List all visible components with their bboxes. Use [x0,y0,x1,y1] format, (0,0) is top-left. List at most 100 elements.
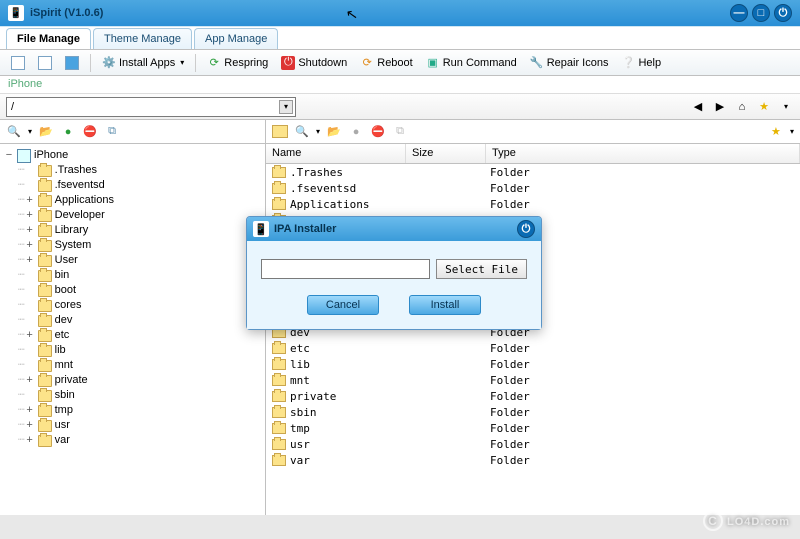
separator [90,54,91,72]
dropdown-icon[interactable]: ▾ [28,127,32,136]
tree-item[interactable]: ┈+Developer [4,208,261,223]
shutdown-label: Shutdown [298,57,347,69]
tree-item[interactable]: ┈ .Trashes [4,163,261,178]
run-command-button[interactable]: ▣Run Command [421,54,522,72]
reboot-button[interactable]: ⟳Reboot [355,54,417,72]
cancel-button[interactable]: Cancel [307,295,379,315]
copy-icon[interactable]: ⧉ [104,124,120,140]
file-row[interactable]: libFolder [266,356,800,372]
tree-item[interactable]: ┈ .fseventsd [4,178,261,193]
tree-item[interactable]: ┈+tmp [4,403,261,418]
folder-icon[interactable] [272,125,288,138]
tree-item[interactable]: ┈ bin [4,268,261,283]
home-button[interactable]: ⌂ [734,99,750,115]
tab-app-manage[interactable]: App Manage [194,28,278,49]
chevron-down-icon[interactable]: ▾ [279,100,293,114]
stop-icon[interactable]: ⛔ [370,124,386,140]
tree-root[interactable]: −iPhone [4,148,261,163]
dropdown-button[interactable]: ▾ [778,99,794,115]
tree-item[interactable]: ┈ sbin [4,388,261,403]
open-folder-icon[interactable]: 📂 [38,124,54,140]
help-button[interactable]: ❔Help [616,54,666,72]
maximize-button[interactable]: □ [752,4,770,22]
file-row[interactable]: ApplicationsFolder [266,196,800,212]
col-name[interactable]: Name [266,144,406,163]
copy-icon[interactable]: ⧉ [392,124,408,140]
device-label: iPhone [0,76,800,94]
install-button[interactable]: Install [409,295,481,315]
file-row[interactable]: sbinFolder [266,404,800,420]
path-value: / [11,101,14,113]
file-row[interactable]: tmpFolder [266,420,800,436]
refresh-icon[interactable]: ● [60,124,76,140]
tab-theme-manage[interactable]: Theme Manage [93,28,192,49]
file-row[interactable]: .TrashesFolder [266,164,800,180]
shutdown-icon: ⏻ [281,56,295,70]
path-combobox[interactable]: / ▾ [6,97,296,117]
tree-item[interactable]: ┈+User [4,253,261,268]
file-row[interactable]: .fseventsdFolder [266,180,800,196]
watermark: CLO4D.com [703,505,790,531]
file-row[interactable]: varFolder [266,452,800,468]
view-list-button[interactable] [6,54,30,72]
run-command-label: Run Command [443,57,517,69]
repair-icons-button[interactable]: 🔧Repair Icons [525,54,614,72]
tree-item[interactable]: ┈+etc [4,328,261,343]
file-row[interactable]: etcFolder [266,340,800,356]
refresh-icon: ⟳ [207,56,221,70]
minimize-button[interactable]: — [730,4,748,22]
install-apps-label: Install Apps [119,57,175,69]
dialog-title: IPA Installer [274,223,336,235]
device-label-text: iPhone [8,78,42,90]
search-icon[interactable]: 🔍 [6,124,22,140]
dropdown-icon[interactable]: ▾ [790,127,794,136]
ipa-path-input[interactable] [261,259,430,279]
search-icon[interactable]: 🔍 [294,124,310,140]
main-toolbar: ⚙️Install Apps▾ ⟳Respring ⏻Shutdown ⟳Reb… [0,50,800,76]
help-label: Help [638,57,661,69]
tree-item[interactable]: ┈+private [4,373,261,388]
install-apps-button[interactable]: ⚙️Install Apps▾ [97,54,189,72]
back-button[interactable]: ◀ [690,99,706,115]
tree-item[interactable]: ┈ boot [4,283,261,298]
col-size[interactable]: Size [406,144,486,163]
tab-file-manage[interactable]: File Manage [6,28,91,49]
shutdown-button[interactable]: ⏻Shutdown [276,54,352,72]
file-row[interactable]: mntFolder [266,372,800,388]
dropdown-icon[interactable]: ▾ [316,127,320,136]
col-type[interactable]: Type [486,144,800,163]
respring-button[interactable]: ⟳Respring [202,54,273,72]
select-file-button[interactable]: Select File [436,259,527,279]
close-button[interactable]: ⏻ [774,4,792,22]
forward-button[interactable]: ▶ [712,99,728,115]
chevron-down-icon: ▾ [180,58,184,67]
tree-panel: 🔍 ▾ 📂 ● ⛔ ⧉ −iPhone┈ .Trashes┈ .fseventsd… [0,120,266,515]
repair-icons-label: Repair Icons [547,57,609,69]
dialog-close-button[interactable]: ⏻ [517,220,535,238]
favorites-button[interactable]: ★ [756,99,772,115]
tree-item[interactable]: ┈ dev [4,313,261,328]
tree-item[interactable]: ┈ cores [4,298,261,313]
tree-item[interactable]: ┈ lib [4,343,261,358]
tree-item[interactable]: ┈+var [4,433,261,448]
view-icons-icon [38,56,52,70]
tree-item[interactable]: ┈+Library [4,223,261,238]
view-detail-button[interactable] [60,54,84,72]
tree-item[interactable]: ┈+System [4,238,261,253]
file-row[interactable]: usrFolder [266,436,800,452]
app-icon: 📱 [8,5,24,21]
open-folder-icon[interactable]: 📂 [326,124,342,140]
reboot-label: Reboot [377,57,412,69]
refresh-icon[interactable]: ● [348,124,364,140]
tree-item[interactable]: ┈+Applications [4,193,261,208]
terminal-icon: ▣ [426,56,440,70]
folder-tree[interactable]: −iPhone┈ .Trashes┈ .fseventsd┈+Applicati… [0,144,265,515]
tree-item[interactable]: ┈+usr [4,418,261,433]
tree-item[interactable]: ┈ mnt [4,358,261,373]
favorite-icon[interactable]: ★ [768,124,784,140]
ipa-installer-dialog: 📱 IPA Installer ⏻ Select File Cancel Ins… [246,216,542,330]
view-icons-button[interactable] [33,54,57,72]
stop-icon[interactable]: ⛔ [82,124,98,140]
app-icon: 📱 [253,221,269,237]
file-row[interactable]: privateFolder [266,388,800,404]
